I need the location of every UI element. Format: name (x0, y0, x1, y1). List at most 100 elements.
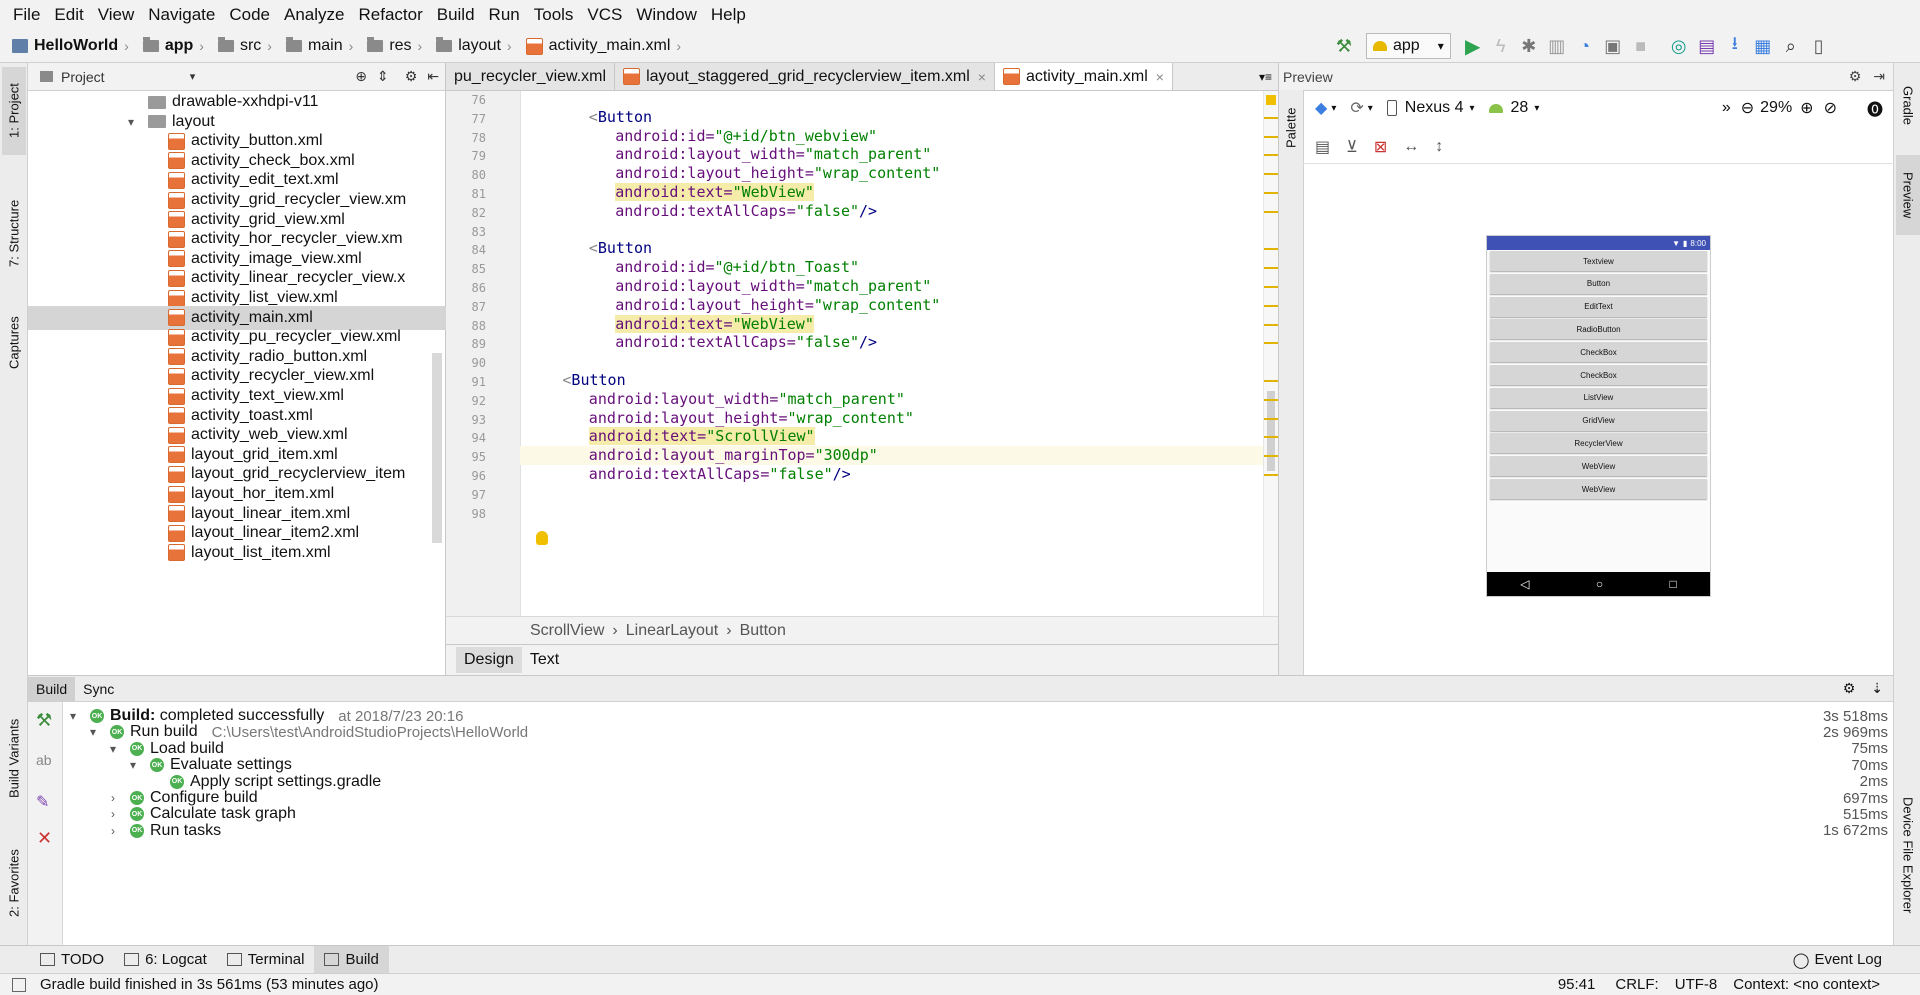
menu-window[interactable]: Window (629, 0, 703, 30)
build-tab-build[interactable]: Build (28, 676, 76, 701)
minimize-icon[interactable]: ⇣ (1871, 680, 1883, 697)
chevron-icon[interactable]: › (106, 791, 120, 805)
warning-marker[interactable] (1264, 173, 1278, 176)
breadcrumb-item[interactable]: Button (740, 622, 786, 640)
apply-changes-icon[interactable]: ϟ (1487, 32, 1515, 60)
warning-marker[interactable] (1264, 286, 1278, 288)
gear-icon[interactable]: ⚙ (1849, 68, 1862, 85)
gear-icon[interactable]: ⚙ (1843, 680, 1856, 697)
code-line[interactable]: android:id="@+id/btn_Toast" (615, 258, 859, 277)
chevron-icon[interactable]: ▾ (126, 758, 140, 772)
breadcrumb-item[interactable]: ScrollView (530, 622, 604, 640)
chevron-icon[interactable]: › (106, 807, 120, 821)
warning-marker[interactable] (1264, 417, 1278, 420)
tab-captures[interactable]: Captures (2, 303, 26, 383)
tool-tab-2[interactable]: Terminal (217, 946, 315, 974)
project-structure-icon[interactable]: ▦ (1749, 32, 1777, 60)
layers-icon[interactable]: ◆ (1315, 98, 1327, 118)
warning-marker[interactable] (1264, 154, 1278, 157)
hide-icon[interactable]: ⇥ (1873, 68, 1885, 85)
tool-tab-1[interactable]: 6: Logcat (114, 946, 217, 974)
file-encoding[interactable]: UTF-8 (1675, 976, 1718, 993)
toggle-view-icon[interactable]: ab (36, 752, 52, 768)
tab-preview[interactable]: Preview (1896, 155, 1920, 235)
menu-refactor[interactable]: Refactor (351, 0, 429, 30)
warning-marker[interactable] (1264, 210, 1278, 213)
warning-marker[interactable] (1264, 380, 1278, 382)
collapse-icon[interactable]: ⇕ (377, 68, 389, 85)
search-icon[interactable]: ⌕ (1777, 32, 1805, 60)
tool-tab-0[interactable]: TODO (30, 946, 114, 974)
editor-tab-0[interactable]: pu_recycler_view.xml (446, 63, 616, 90)
context-indicator[interactable]: Context: <no context> (1733, 976, 1880, 993)
menu-build[interactable]: Build (430, 0, 482, 30)
chevron-down-icon[interactable]: ▾ (1331, 103, 1336, 114)
chevron-down-icon[interactable]: ▾ (190, 70, 196, 83)
code-line[interactable]: android:layout_height="wrap_content" (615, 164, 940, 183)
tab-device-file-explorer[interactable]: Device File Explorer (1896, 775, 1920, 935)
menu-file[interactable]: File (6, 0, 47, 30)
code-line[interactable]: android:textAllCaps="false"/> (615, 202, 877, 221)
code-line[interactable]: <Button (562, 371, 625, 390)
nav-crumb-5[interactable]: activity_main.xml › (516, 37, 681, 55)
breadcrumb-item[interactable]: LinearLayout (626, 622, 719, 640)
warning-marker[interactable] (1264, 455, 1278, 458)
warning-marker[interactable] (1264, 116, 1278, 119)
warning-marker[interactable] (1264, 323, 1278, 326)
zoom-out-icon[interactable]: ⊖ (1741, 98, 1754, 118)
code-line[interactable]: android:text="ScrollView" (588, 427, 815, 446)
tab-palette[interactable]: Palette (1281, 98, 1301, 158)
caret-position[interactable]: 95:41 (1558, 976, 1596, 993)
tab-favorites[interactable]: 2: Favorites (2, 833, 26, 933)
chevron-down-icon[interactable]: ▾ (1469, 103, 1474, 114)
profile-icon[interactable]: ▥ (1543, 32, 1571, 60)
api-select[interactable]: 28 (1511, 99, 1529, 117)
nav-crumb-4[interactable]: layout › (426, 37, 512, 55)
profiler-icon[interactable]: ◔ (1571, 32, 1599, 60)
project-panel-title[interactable]: Project (61, 69, 105, 85)
nav-crumb-2[interactable]: main › (276, 37, 353, 55)
gear-icon[interactable]: ⚙ (405, 68, 418, 85)
status-toggle-icon[interactable] (12, 977, 26, 992)
menu-analyze[interactable]: Analyze (277, 0, 351, 30)
warning-marker[interactable] (1264, 436, 1278, 439)
target-icon[interactable]: ⊕ (355, 68, 367, 85)
editor-tab-2[interactable]: activity_main.xml × (994, 63, 1173, 90)
tab-structure[interactable]: 7: Structure (2, 183, 26, 283)
code-line[interactable]: android:textAllCaps="false"/> (589, 465, 851, 484)
menu-navigate[interactable]: Navigate (141, 0, 222, 30)
warning-marker[interactable] (1264, 342, 1278, 345)
run-config-select[interactable]: app ▾ (1366, 33, 1451, 59)
code-line[interactable]: <Button (589, 239, 652, 258)
tab-build-variants[interactable]: Build Variants (2, 703, 26, 813)
blueprint-icon[interactable]: ▤ (1315, 137, 1330, 157)
tab-design[interactable]: Design (456, 647, 522, 673)
chevron-down-icon[interactable]: ▾ (1368, 103, 1373, 114)
attach-debugger-icon[interactable]: ▣ (1599, 32, 1627, 60)
warning-marker[interactable] (1264, 248, 1278, 251)
autoconnect-icon[interactable]: ⊻ (1346, 137, 1358, 157)
close-icon[interactable]: × (1156, 69, 1164, 85)
device-select[interactable]: Nexus 4 (1405, 99, 1464, 117)
zoom-fit-icon[interactable]: ⊘ (1824, 98, 1837, 118)
vertical-resize-icon[interactable]: ↕ (1435, 138, 1443, 156)
code-line[interactable]: android:layout_marginTop="300dp" (589, 446, 878, 465)
code-line[interactable]: android:layout_width="match_parent" (615, 277, 931, 296)
project-scrollbar[interactable] (432, 353, 442, 543)
orientation-icon[interactable]: ⟳ (1350, 98, 1363, 118)
zoom-in-icon[interactable]: ⊕ (1800, 98, 1813, 118)
warning-icon[interactable]: ⓿ (1867, 96, 1883, 120)
menu-vcs[interactable]: VCS (580, 0, 629, 30)
warning-marker[interactable] (1264, 135, 1278, 138)
chevron-down-icon[interactable]: ▾ (1534, 103, 1539, 114)
scrollbar-thumb[interactable] (1267, 391, 1275, 471)
code-line[interactable]: android:layout_height="wrap_content" (589, 409, 914, 428)
code-line[interactable]: android:text="WebView" (615, 314, 814, 334)
close-icon[interactable]: ✕ (37, 828, 52, 849)
warning-marker[interactable] (1264, 474, 1278, 476)
clear-constraints-icon[interactable]: ⊠ (1374, 137, 1387, 157)
menu-help[interactable]: Help (704, 0, 753, 30)
horizontal-resize-icon[interactable]: ↔ (1403, 138, 1419, 156)
nav-crumb-0[interactable]: app › (133, 37, 204, 55)
overflow-icon[interactable]: » (1722, 99, 1731, 117)
